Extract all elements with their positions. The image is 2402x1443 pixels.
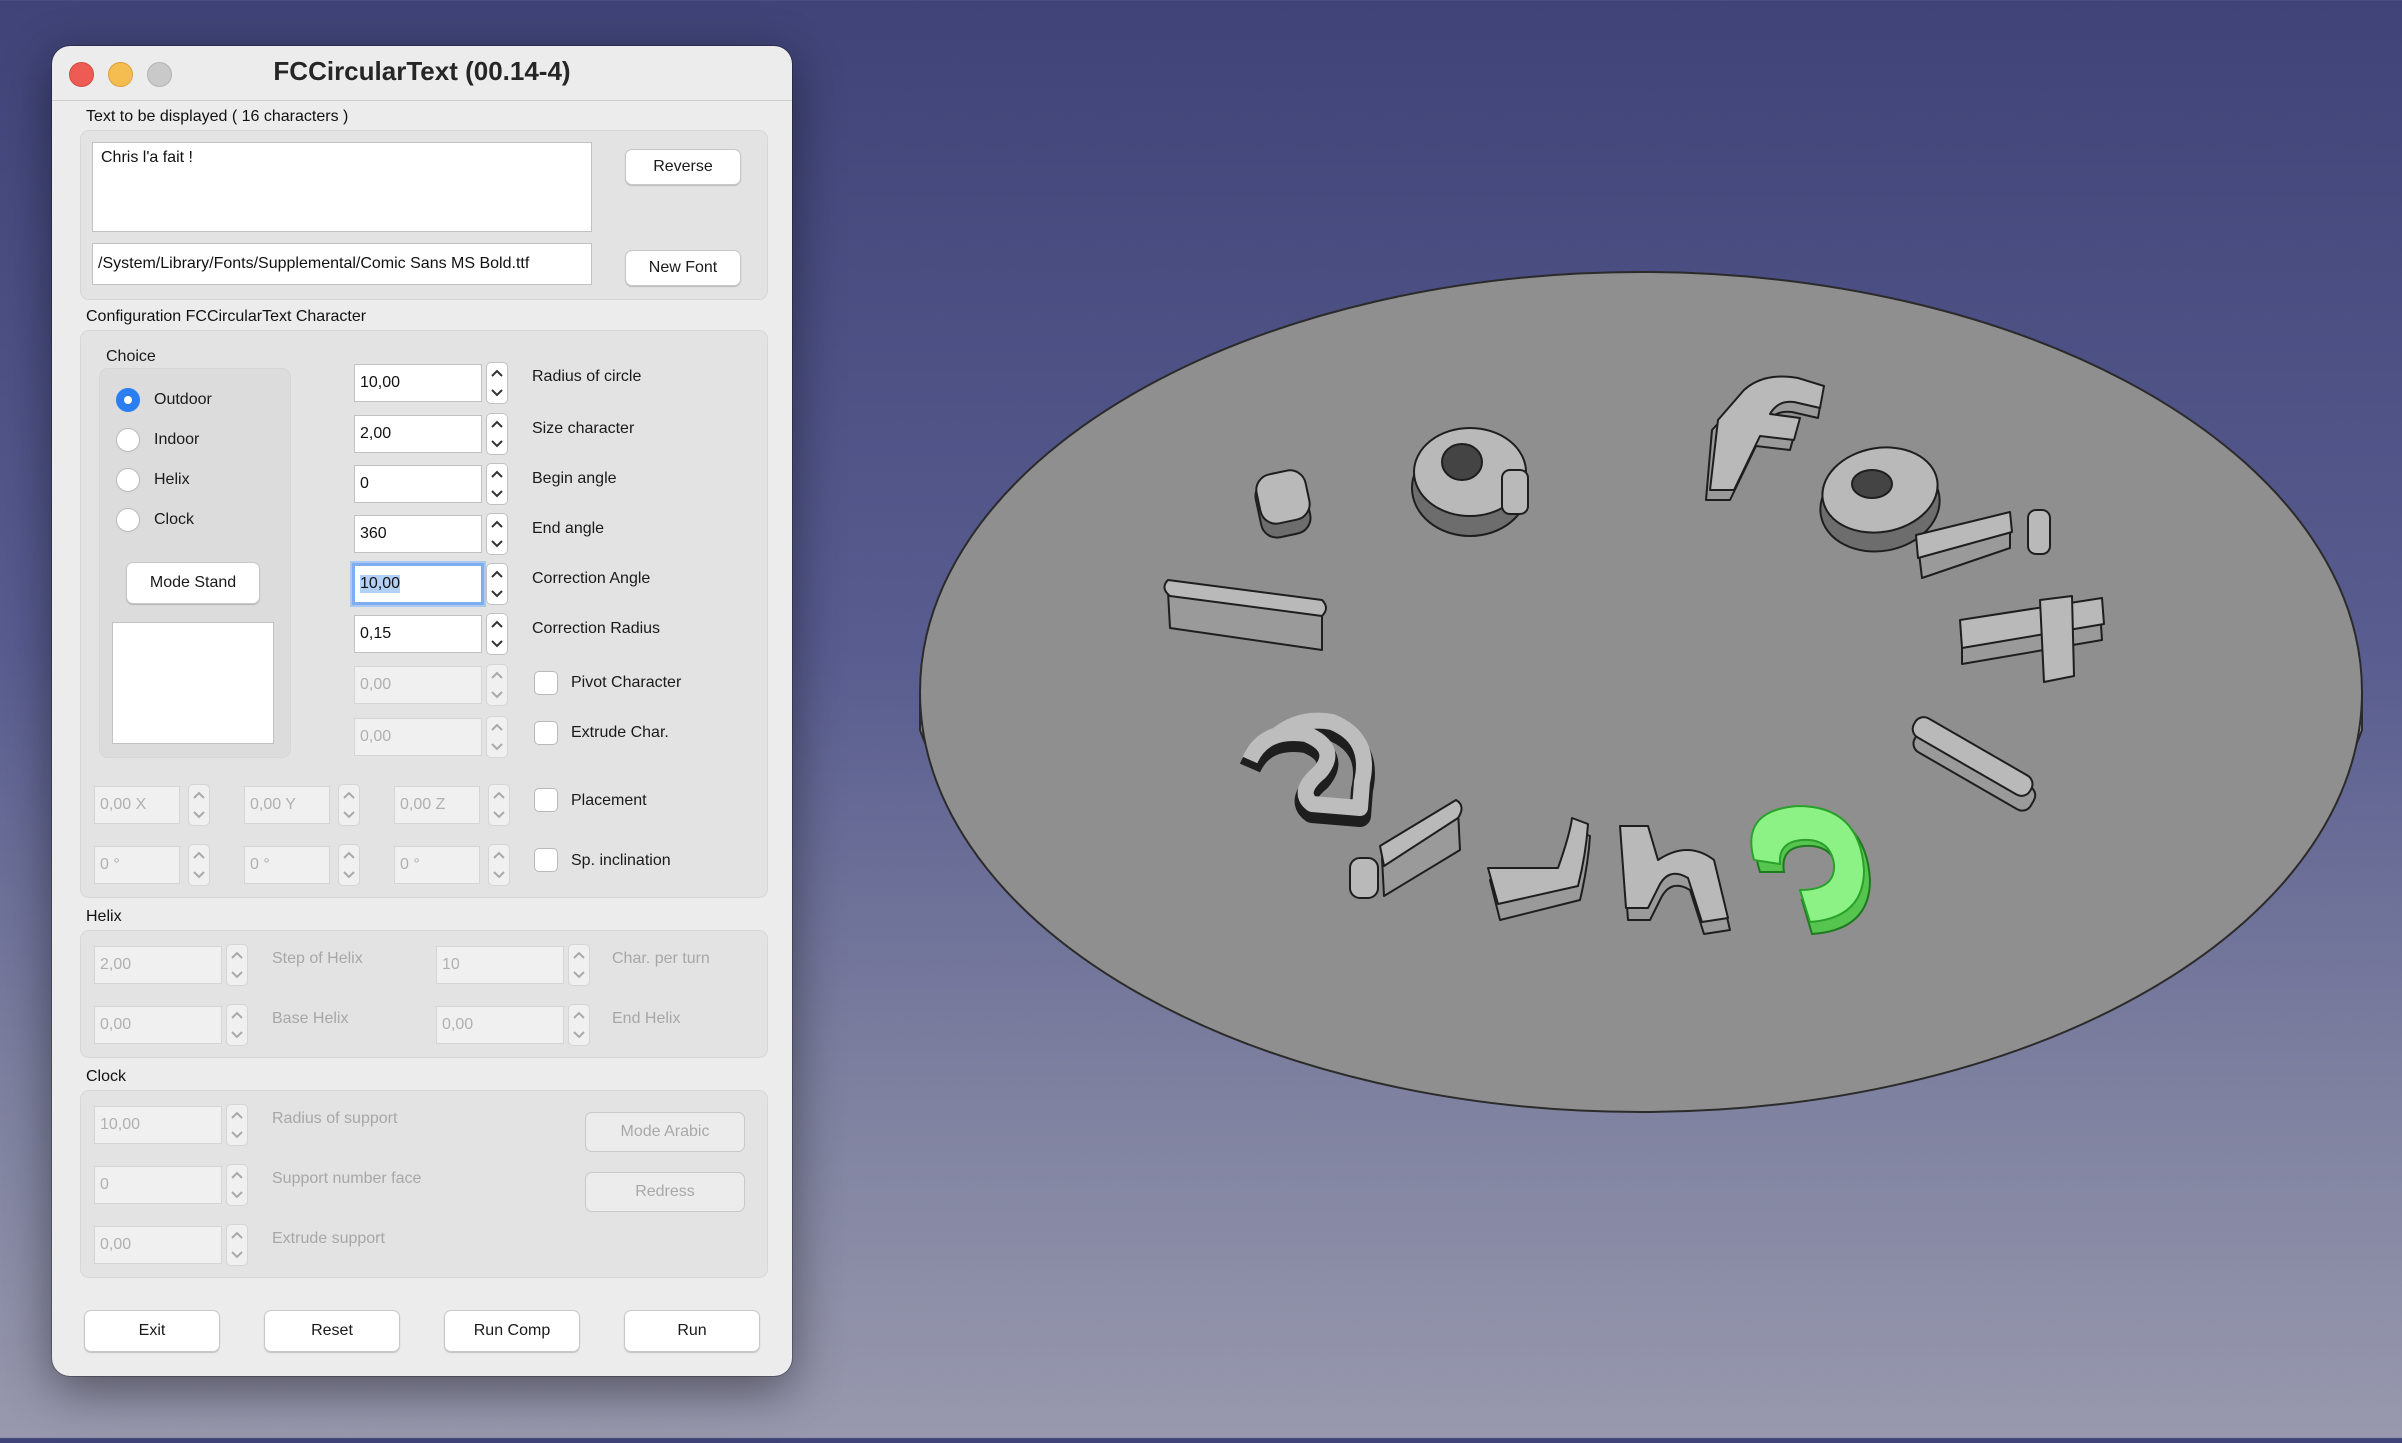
base-helix-label: Base Helix [272,1010,349,1027]
radio-clock-label: Clock [154,511,195,528]
text-input[interactable]: Chris l'a fait ! [92,142,592,232]
step-of-helix-label: Step of Helix [272,950,363,967]
char-per-turn-input[interactable]: 10 [436,946,564,984]
radius-of-support-label: Radius of support [272,1110,398,1127]
end-angle-input[interactable]: 360 [354,515,482,553]
extrude-support-label: Extrude support [272,1230,385,1247]
pivot-character-label: Pivot Character [571,674,682,691]
inclination-c-input[interactable]: 0 ° [394,846,480,884]
placement-z-stepper[interactable] [488,784,510,826]
inclination-b-input[interactable]: 0 ° [244,846,330,884]
extrude-char-stepper[interactable] [486,716,508,758]
sp-inclination-checkbox[interactable] [534,848,558,872]
inclination-c-stepper[interactable] [488,844,510,886]
begin-angle-label: Begin angle [532,470,617,487]
radius-of-support-input[interactable]: 10,00 [94,1106,222,1144]
pivot-character-stepper[interactable] [486,664,508,706]
char-per-turn-stepper[interactable] [568,944,590,986]
clock-section-header: Clock [86,1068,127,1085]
base-helix-stepper[interactable] [226,1004,248,1046]
radio-outdoor-label: Outdoor [154,391,212,408]
inclination-a-stepper[interactable] [188,844,210,886]
radius-of-circle-input[interactable]: 10,00 [354,364,482,402]
extrude-char-label: Extrude Char. [571,724,669,741]
radius-of-circle-label: Radius of circle [532,368,642,385]
correction-angle-input[interactable]: 10,00 [352,563,484,605]
radio-helix[interactable] [116,468,140,492]
new-font-button[interactable]: New Font [625,250,741,286]
placement-y-input[interactable]: 0,00 Y [244,786,330,824]
pivot-character-checkbox[interactable] [534,671,558,695]
text-section-header: Text to be displayed ( 16 characters ) [86,108,349,125]
correction-angle-value: 10,00 [360,575,401,593]
exit-button[interactable]: Exit [84,1310,220,1352]
run-button[interactable]: Run [624,1310,760,1352]
base-helix-input[interactable]: 0,00 [94,1006,222,1044]
radius-of-support-stepper[interactable] [226,1104,248,1146]
correction-radius-label: Correction Radius [532,620,661,637]
title-bar[interactable]: FCCircularText (00.14-4) [52,46,792,101]
stand-preview [112,622,274,744]
sp-inclination-label: Sp. inclination [571,852,671,869]
radio-outdoor[interactable] [116,388,140,412]
run-comp-button[interactable]: Run Comp [444,1310,580,1352]
end-angle-label: End angle [532,520,605,537]
placement-z-input[interactable]: 0,00 Z [394,786,480,824]
placement-label: Placement [571,792,647,809]
step-of-helix-stepper[interactable] [226,944,248,986]
end-helix-label: End Helix [612,1010,681,1027]
radio-indoor[interactable] [116,428,140,452]
size-character-input[interactable]: 2,00 [354,415,482,453]
extrude-support-stepper[interactable] [226,1224,248,1266]
size-character-stepper[interactable] [486,413,508,455]
mode-arabic-button[interactable]: Mode Arabic [585,1112,745,1152]
radio-clock[interactable] [116,508,140,532]
placement-y-stepper[interactable] [338,784,360,826]
inclination-a-input[interactable]: 0 ° [94,846,180,884]
disc-top [919,271,2363,1113]
inclination-b-stepper[interactable] [338,844,360,886]
step-of-helix-input[interactable]: 2,00 [94,946,222,984]
end-helix-stepper[interactable] [568,1004,590,1046]
fccirculartext-dialog: FCCircularText (00.14-4) Text to be disp… [52,46,792,1376]
radio-helix-label: Helix [154,471,190,488]
support-number-face-stepper[interactable] [226,1164,248,1206]
begin-angle-input[interactable]: 0 [354,465,482,503]
end-helix-input[interactable]: 0,00 [436,1006,564,1044]
redress-button[interactable]: Redress [585,1172,745,1212]
mode-stand-button[interactable]: Mode Stand [126,562,260,604]
placement-x-input[interactable]: 0,00 X [94,786,180,824]
reverse-button[interactable]: Reverse [625,149,741,185]
extrude-char-input[interactable]: 0,00 [354,718,482,756]
placement-x-stepper[interactable] [188,784,210,826]
reset-button[interactable]: Reset [264,1310,400,1352]
letter-a-1[interactable] [1411,427,1529,537]
support-number-face-input[interactable]: 0 [94,1166,222,1204]
extrude-char-checkbox[interactable] [534,721,558,745]
support-number-face-label: Support number face [272,1170,422,1187]
begin-angle-stepper[interactable] [486,463,508,505]
config-section-header: Configuration FCCircularText Character [86,308,367,325]
placement-checkbox[interactable] [534,788,558,812]
size-character-label: Size character [532,420,635,437]
radius-of-circle-stepper[interactable] [486,362,508,404]
correction-angle-label: Correction Angle [532,570,651,587]
choice-label: Choice [106,348,156,365]
font-path-field[interactable]: /System/Library/Fonts/Supplemental/Comic… [92,243,592,285]
window-title: FCCircularText (00.14-4) [273,56,571,86]
pivot-character-input[interactable]: 0,00 [354,666,482,704]
radio-indoor-label: Indoor [154,431,200,448]
correction-angle-stepper[interactable] [486,563,508,605]
helix-section-header: Helix [86,908,122,925]
char-per-turn-label: Char. per turn [612,950,710,967]
correction-radius-stepper[interactable] [486,613,508,655]
correction-radius-input[interactable]: 0,15 [354,615,482,653]
extrude-support-input[interactable]: 0,00 [94,1226,222,1264]
end-angle-stepper[interactable] [486,513,508,555]
